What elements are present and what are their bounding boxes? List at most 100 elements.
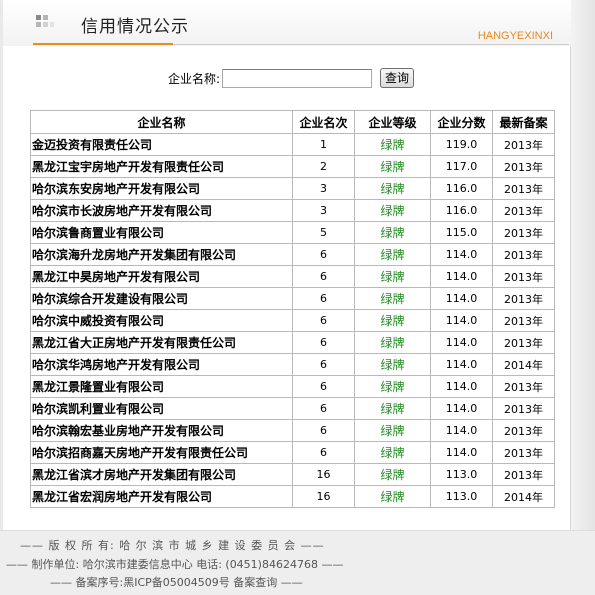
latest-filing-cell: 2013年 — [492, 265, 555, 288]
latest-filing-cell: 2013年 — [492, 419, 555, 442]
page-title: 信用情况公示 — [81, 17, 189, 37]
company-name-cell: 黑龙江省滨才房地产开发集团有限公司 — [30, 463, 293, 486]
latest-filing-cell: 2013年 — [492, 221, 555, 244]
grade-cell: 绿牌 — [354, 243, 431, 266]
footer-copyright: —— 版 权 所 有: 哈 尔 滨 市 城 乡 建 设 委 员 会 —— — [20, 539, 325, 552]
company-name-cell: 哈尔滨鲁商置业有限公司 — [30, 221, 293, 244]
rank-cell: 1 — [292, 133, 355, 156]
latest-filing-cell: 2013年 — [492, 441, 555, 464]
score-cell: 114.0 — [430, 353, 493, 376]
latest-filing-cell: 2013年 — [492, 397, 555, 420]
score-cell: 114.0 — [430, 375, 493, 398]
company-name-cell: 黑龙江景隆置业有限公司 — [30, 375, 293, 398]
rank-cell: 6 — [292, 243, 355, 266]
company-name-cell: 金迈投资有限责任公司 — [30, 133, 293, 156]
company-name-cell: 哈尔滨凯利置业有限公司 — [30, 397, 293, 420]
score-cell: 114.0 — [430, 331, 493, 354]
company-name-cell: 黑龙江省大正房地产开发有限责任公司 — [30, 331, 293, 354]
grade-cell: 绿牌 — [354, 441, 431, 464]
latest-filing-cell: 2013年 — [492, 463, 555, 486]
table-row: 金迈投资有限责任公司 1 绿牌 119.0 2013年 — [30, 133, 555, 156]
score-cell: 117.0 — [430, 155, 493, 178]
latest-filing-cell: 2013年 — [492, 177, 555, 200]
company-name-cell: 黑龙江宝宇房地产开发有限责任公司 — [30, 155, 293, 178]
rank-cell: 6 — [292, 265, 355, 288]
score-cell: 113.0 — [430, 463, 493, 486]
grade-cell: 绿牌 — [354, 287, 431, 310]
company-name-cell: 哈尔滨市长波房地产开发有限公司 — [30, 199, 293, 222]
grade-cell: 绿牌 — [354, 221, 431, 244]
table-row: 哈尔滨华鸿房地产开发有限公司 6 绿牌 114.0 2014年 — [30, 353, 555, 376]
latest-filing-cell: 2013年 — [492, 331, 555, 354]
score-cell: 114.0 — [430, 243, 493, 266]
table-row: 黑龙江省滨才房地产开发集团有限公司 16 绿牌 113.0 2013年 — [30, 463, 555, 486]
grade-cell: 绿牌 — [354, 463, 431, 486]
rank-cell: 6 — [292, 397, 355, 420]
company-name-cell: 哈尔滨招商嘉天房地产开发有限责任公司 — [30, 441, 293, 464]
grade-cell: 绿牌 — [354, 485, 431, 508]
latest-filing-cell: 2013年 — [492, 155, 555, 178]
grade-cell: 绿牌 — [354, 265, 431, 288]
grade-cell: 绿牌 — [354, 199, 431, 222]
score-cell: 113.0 — [430, 485, 493, 508]
table-row: 黑龙江省大正房地产开发有限责任公司 6 绿牌 114.0 2013年 — [30, 331, 555, 354]
latest-filing-cell: 2013年 — [492, 199, 555, 222]
page-header: 信用情况公示 HANGYEXINXI — [3, 0, 571, 46]
rank-cell: 16 — [292, 485, 355, 508]
rank-cell: 2 — [292, 155, 355, 178]
rank-cell: 6 — [292, 287, 355, 310]
grade-cell: 绿牌 — [354, 353, 431, 376]
score-cell: 114.0 — [430, 397, 493, 420]
table-row: 哈尔滨中威投资有限公司 6 绿牌 114.0 2013年 — [30, 309, 555, 332]
grade-cell: 绿牌 — [354, 331, 431, 354]
score-cell: 114.0 — [430, 265, 493, 288]
score-cell: 114.0 — [430, 309, 493, 332]
company-name-cell: 哈尔滨东安房地产开发有限公司 — [30, 177, 293, 200]
latest-filing-cell: 2014年 — [492, 485, 555, 508]
latest-filing-cell: 2013年 — [492, 287, 555, 310]
table-header-row: 企业名称 企业名次 企业等级 企业分数 最新备案 — [30, 110, 555, 134]
score-cell: 116.0 — [430, 177, 493, 200]
grade-cell: 绿牌 — [354, 375, 431, 398]
table-row: 黑龙江宝宇房地产开发有限责任公司 2 绿牌 117.0 2013年 — [30, 155, 555, 178]
column-header-grade: 企业等级 — [354, 110, 431, 134]
rank-cell: 6 — [292, 309, 355, 332]
grid-icon — [35, 14, 55, 30]
score-cell: 114.0 — [430, 287, 493, 310]
rank-cell: 16 — [292, 463, 355, 486]
company-name-cell: 哈尔滨华鸿房地产开发有限公司 — [30, 353, 293, 376]
table-row: 哈尔滨翰宏基业房地产开发有限公司 6 绿牌 114.0 2013年 — [30, 419, 555, 442]
rank-cell: 6 — [292, 419, 355, 442]
rank-cell: 6 — [292, 441, 355, 464]
company-name-input[interactable] — [222, 68, 373, 88]
table-body: 金迈投资有限责任公司 1 绿牌 119.0 2013年 黑龙江宝宇房地产开发有限责任公司 2… — [30, 133, 555, 508]
right-sidebar-strip — [570, 0, 595, 530]
latest-filing-cell: 2013年 — [492, 375, 555, 398]
table-row: 哈尔滨凯利置业有限公司 6 绿牌 114.0 2013年 — [30, 397, 555, 420]
grade-cell: 绿牌 — [354, 133, 431, 156]
score-cell: 115.0 — [430, 221, 493, 244]
rank-cell: 3 — [292, 177, 355, 200]
latest-filing-cell: 2014年 — [492, 353, 555, 376]
column-header-score: 企业分数 — [430, 110, 493, 134]
query-button[interactable]: 查询 — [380, 68, 415, 88]
company-name-cell: 黑龙江省宏润房地产开发有限公司 — [30, 485, 293, 508]
table-row: 哈尔滨招商嘉天房地产开发有限责任公司 6 绿牌 114.0 2013年 — [30, 441, 555, 464]
table-row: 哈尔滨东安房地产开发有限公司 3 绿牌 116.0 2013年 — [30, 177, 555, 200]
latest-filing-cell: 2013年 — [492, 309, 555, 332]
latest-filing-cell: 2013年 — [492, 133, 555, 156]
rank-cell: 6 — [292, 353, 355, 376]
rank-cell: 6 — [292, 331, 355, 354]
header-accent-line — [33, 43, 173, 45]
footer-producer: —— 制作单位: 哈尔滨市建委信息中心 电话: (0451)84624768 —… — [6, 558, 344, 571]
rank-cell: 5 — [292, 221, 355, 244]
table-row: 黑龙江中昊房地产开发有限公司 6 绿牌 114.0 2013年 — [30, 265, 555, 288]
column-header-company-name: 企业名称 — [30, 110, 293, 134]
company-name-label: 企业名称: — [168, 71, 221, 86]
rank-cell: 6 — [292, 375, 355, 398]
company-name-cell: 黑龙江中昊房地产开发有限公司 — [30, 265, 293, 288]
section-subtitle: HANGYEXINXI — [477, 30, 553, 42]
score-cell: 116.0 — [430, 199, 493, 222]
table-row: 哈尔滨海升龙房地产开发集团有限公司 6 绿牌 114.0 2013年 — [30, 243, 555, 266]
table-row: 黑龙江省宏润房地产开发有限公司 16 绿牌 113.0 2014年 — [30, 485, 555, 508]
